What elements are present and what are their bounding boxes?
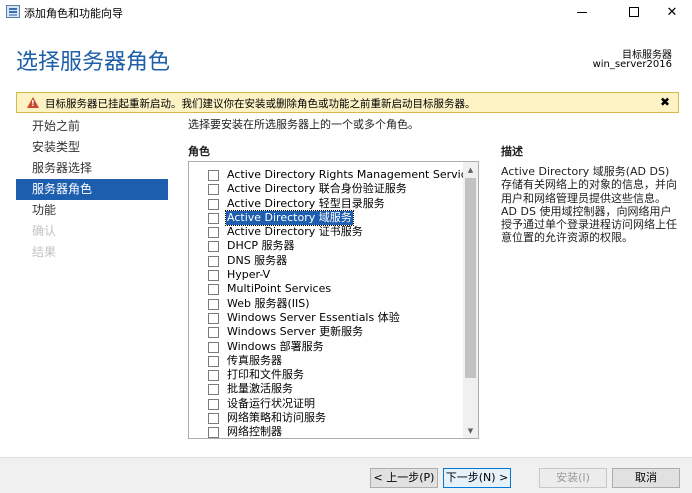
role-checkbox[interactable] (208, 398, 219, 410)
description-text: Active Directory 域服务(AD DS)存储有关网络上的对象的信息… (501, 165, 677, 245)
role-label: Active Directory 轻型目录服务 (227, 196, 385, 210)
title-bar: 添加角色和功能向导 ✕ (0, 0, 692, 24)
role-label: Active Directory 域服务 (225, 209, 354, 226)
wizard-steps-nav: 开始之前 安装类型 服务器选择 服务器角色 功能确认结果 (16, 116, 168, 263)
roles-list-box[interactable]: Active Directory Rights Management Servi… (188, 161, 479, 439)
target-server-name: win_server2016 (592, 59, 672, 70)
role-item[interactable]: Windows 部署服务 (189, 340, 463, 354)
role-label: 批量激活服务 (227, 382, 293, 396)
role-item[interactable]: MultiPoint Services (189, 282, 463, 296)
role-item[interactable]: Windows Server Essentials 体验 (189, 311, 463, 325)
role-checkbox[interactable] (208, 384, 219, 396)
role-label: Hyper-V (227, 268, 271, 282)
role-label: Web 服务器(IIS) (227, 296, 310, 310)
role-checkbox[interactable] (208, 355, 219, 367)
role-label: Active Directory 联合身份验证服务 (227, 182, 407, 196)
minimize-button[interactable] (560, 0, 604, 24)
role-checkbox[interactable] (208, 270, 219, 282)
role-item[interactable]: DHCP 服务器 (189, 239, 463, 253)
role-checkbox[interactable] (208, 255, 219, 267)
role-item[interactable]: Web 服务器(IIS) (189, 297, 463, 311)
warning-text: 目标服务器已挂起重新启动。我们建议你在安装或删除角色或功能之前重新启动目标服务器… (45, 98, 476, 110)
page-title: 选择服务器角色 (16, 50, 171, 75)
minimize-icon (577, 11, 587, 13)
role-checkbox[interactable] (208, 184, 219, 196)
nav-step-5: 确认 (32, 224, 57, 238)
warning-icon (27, 97, 39, 108)
role-label: 传真服务器 (227, 353, 282, 367)
roles-heading: 角色 (188, 145, 210, 158)
cancel-button[interactable]: 取消 (612, 468, 680, 488)
roles-list: Active Directory Rights Management Servi… (189, 168, 478, 439)
role-checkbox[interactable] (208, 370, 219, 382)
scroll-up-arrow-icon[interactable]: ▲ (463, 162, 478, 177)
role-label: DHCP 服务器 (227, 239, 295, 253)
role-item[interactable]: Active Directory 轻型目录服务 (189, 197, 463, 211)
role-checkbox[interactable] (208, 212, 219, 224)
role-checkbox[interactable] (208, 312, 219, 324)
role-item[interactable]: 网络策略和访问服务 (189, 411, 463, 425)
description-heading: 描述 (501, 145, 523, 158)
nav-step-3[interactable]: 服务器角色 (16, 179, 168, 200)
role-item[interactable]: Active Directory 联合身份验证服务 (189, 182, 463, 196)
wizard-footer: < 上一步(P) 下一步(N) > 安装(I) 取消 (0, 457, 692, 493)
dismiss-warning-button[interactable]: ✖ (660, 95, 670, 109)
nav-step-2[interactable]: 服务器选择 (16, 158, 168, 179)
role-label: 网络控制器 (227, 425, 282, 439)
role-item[interactable]: 网络控制器 (189, 425, 463, 439)
role-checkbox[interactable] (208, 170, 219, 181)
roles-scrollbar[interactable]: ▲ ▼ (463, 162, 478, 438)
role-checkbox[interactable] (208, 327, 219, 339)
next-button[interactable]: 下一步(N) > (443, 468, 511, 488)
role-checkbox[interactable] (208, 227, 219, 239)
role-checkbox[interactable] (208, 198, 219, 210)
window-title: 添加角色和功能向导 (24, 7, 123, 20)
role-item[interactable]: Active Directory 域服务 (189, 209, 463, 226)
role-checkbox[interactable] (208, 427, 219, 438)
restart-warning-banner: 目标服务器已挂起重新启动。我们建议你在安装或删除角色或功能之前重新启动目标服务器… (16, 92, 679, 113)
role-label: 设备运行状况证明 (227, 396, 315, 410)
role-label: DNS 服务器 (227, 253, 288, 267)
role-item[interactable]: 设备运行状况证明 (189, 397, 463, 411)
scroll-down-arrow-icon[interactable]: ▼ (463, 423, 478, 438)
role-label: Active Directory Rights Management Servi… (227, 168, 479, 181)
role-label: Active Directory 证书服务 (227, 225, 363, 239)
nav-step-4[interactable]: 功能 (16, 200, 168, 221)
role-item[interactable]: Windows Server 更新服务 (189, 325, 463, 339)
role-item[interactable]: Active Directory Rights Management Servi… (189, 168, 478, 182)
role-checkbox[interactable] (208, 341, 219, 353)
role-item[interactable]: 打印和文件服务 (189, 368, 463, 382)
close-button[interactable]: ✕ (650, 0, 692, 24)
close-icon: ✕ (666, 4, 678, 20)
previous-button[interactable]: < 上一步(P) (370, 468, 438, 488)
role-label: 网络策略和访问服务 (227, 411, 326, 425)
role-label: MultiPoint Services (227, 282, 332, 296)
role-item[interactable]: Active Directory 证书服务 (189, 225, 463, 239)
install-button[interactable]: 安装(I) (539, 468, 607, 488)
role-label: Windows Server Essentials 体验 (227, 310, 400, 324)
role-checkbox[interactable] (208, 298, 219, 310)
role-item[interactable]: 传真服务器 (189, 354, 463, 368)
nav-step-0[interactable]: 开始之前 (16, 116, 168, 137)
role-item[interactable]: DNS 服务器 (189, 254, 463, 268)
role-label: Windows Server 更新服务 (227, 325, 364, 339)
role-checkbox[interactable] (208, 284, 219, 296)
nav-step-1[interactable]: 安装类型 (16, 137, 168, 158)
nav-step-6: 结果 (32, 245, 57, 259)
role-item[interactable]: Hyper-V (189, 268, 463, 282)
role-checkbox[interactable] (208, 241, 219, 253)
role-label: 打印和文件服务 (227, 368, 304, 382)
instruction-text: 选择要安装在所选服务器上的一个或多个角色。 (188, 118, 419, 131)
scrollbar-thumb[interactable] (465, 178, 476, 378)
maximize-icon (629, 7, 639, 17)
role-item[interactable]: 批量激活服务 (189, 382, 463, 396)
server-manager-icon (6, 5, 20, 18)
role-checkbox[interactable] (208, 413, 219, 425)
role-label: Windows 部署服务 (227, 339, 324, 353)
